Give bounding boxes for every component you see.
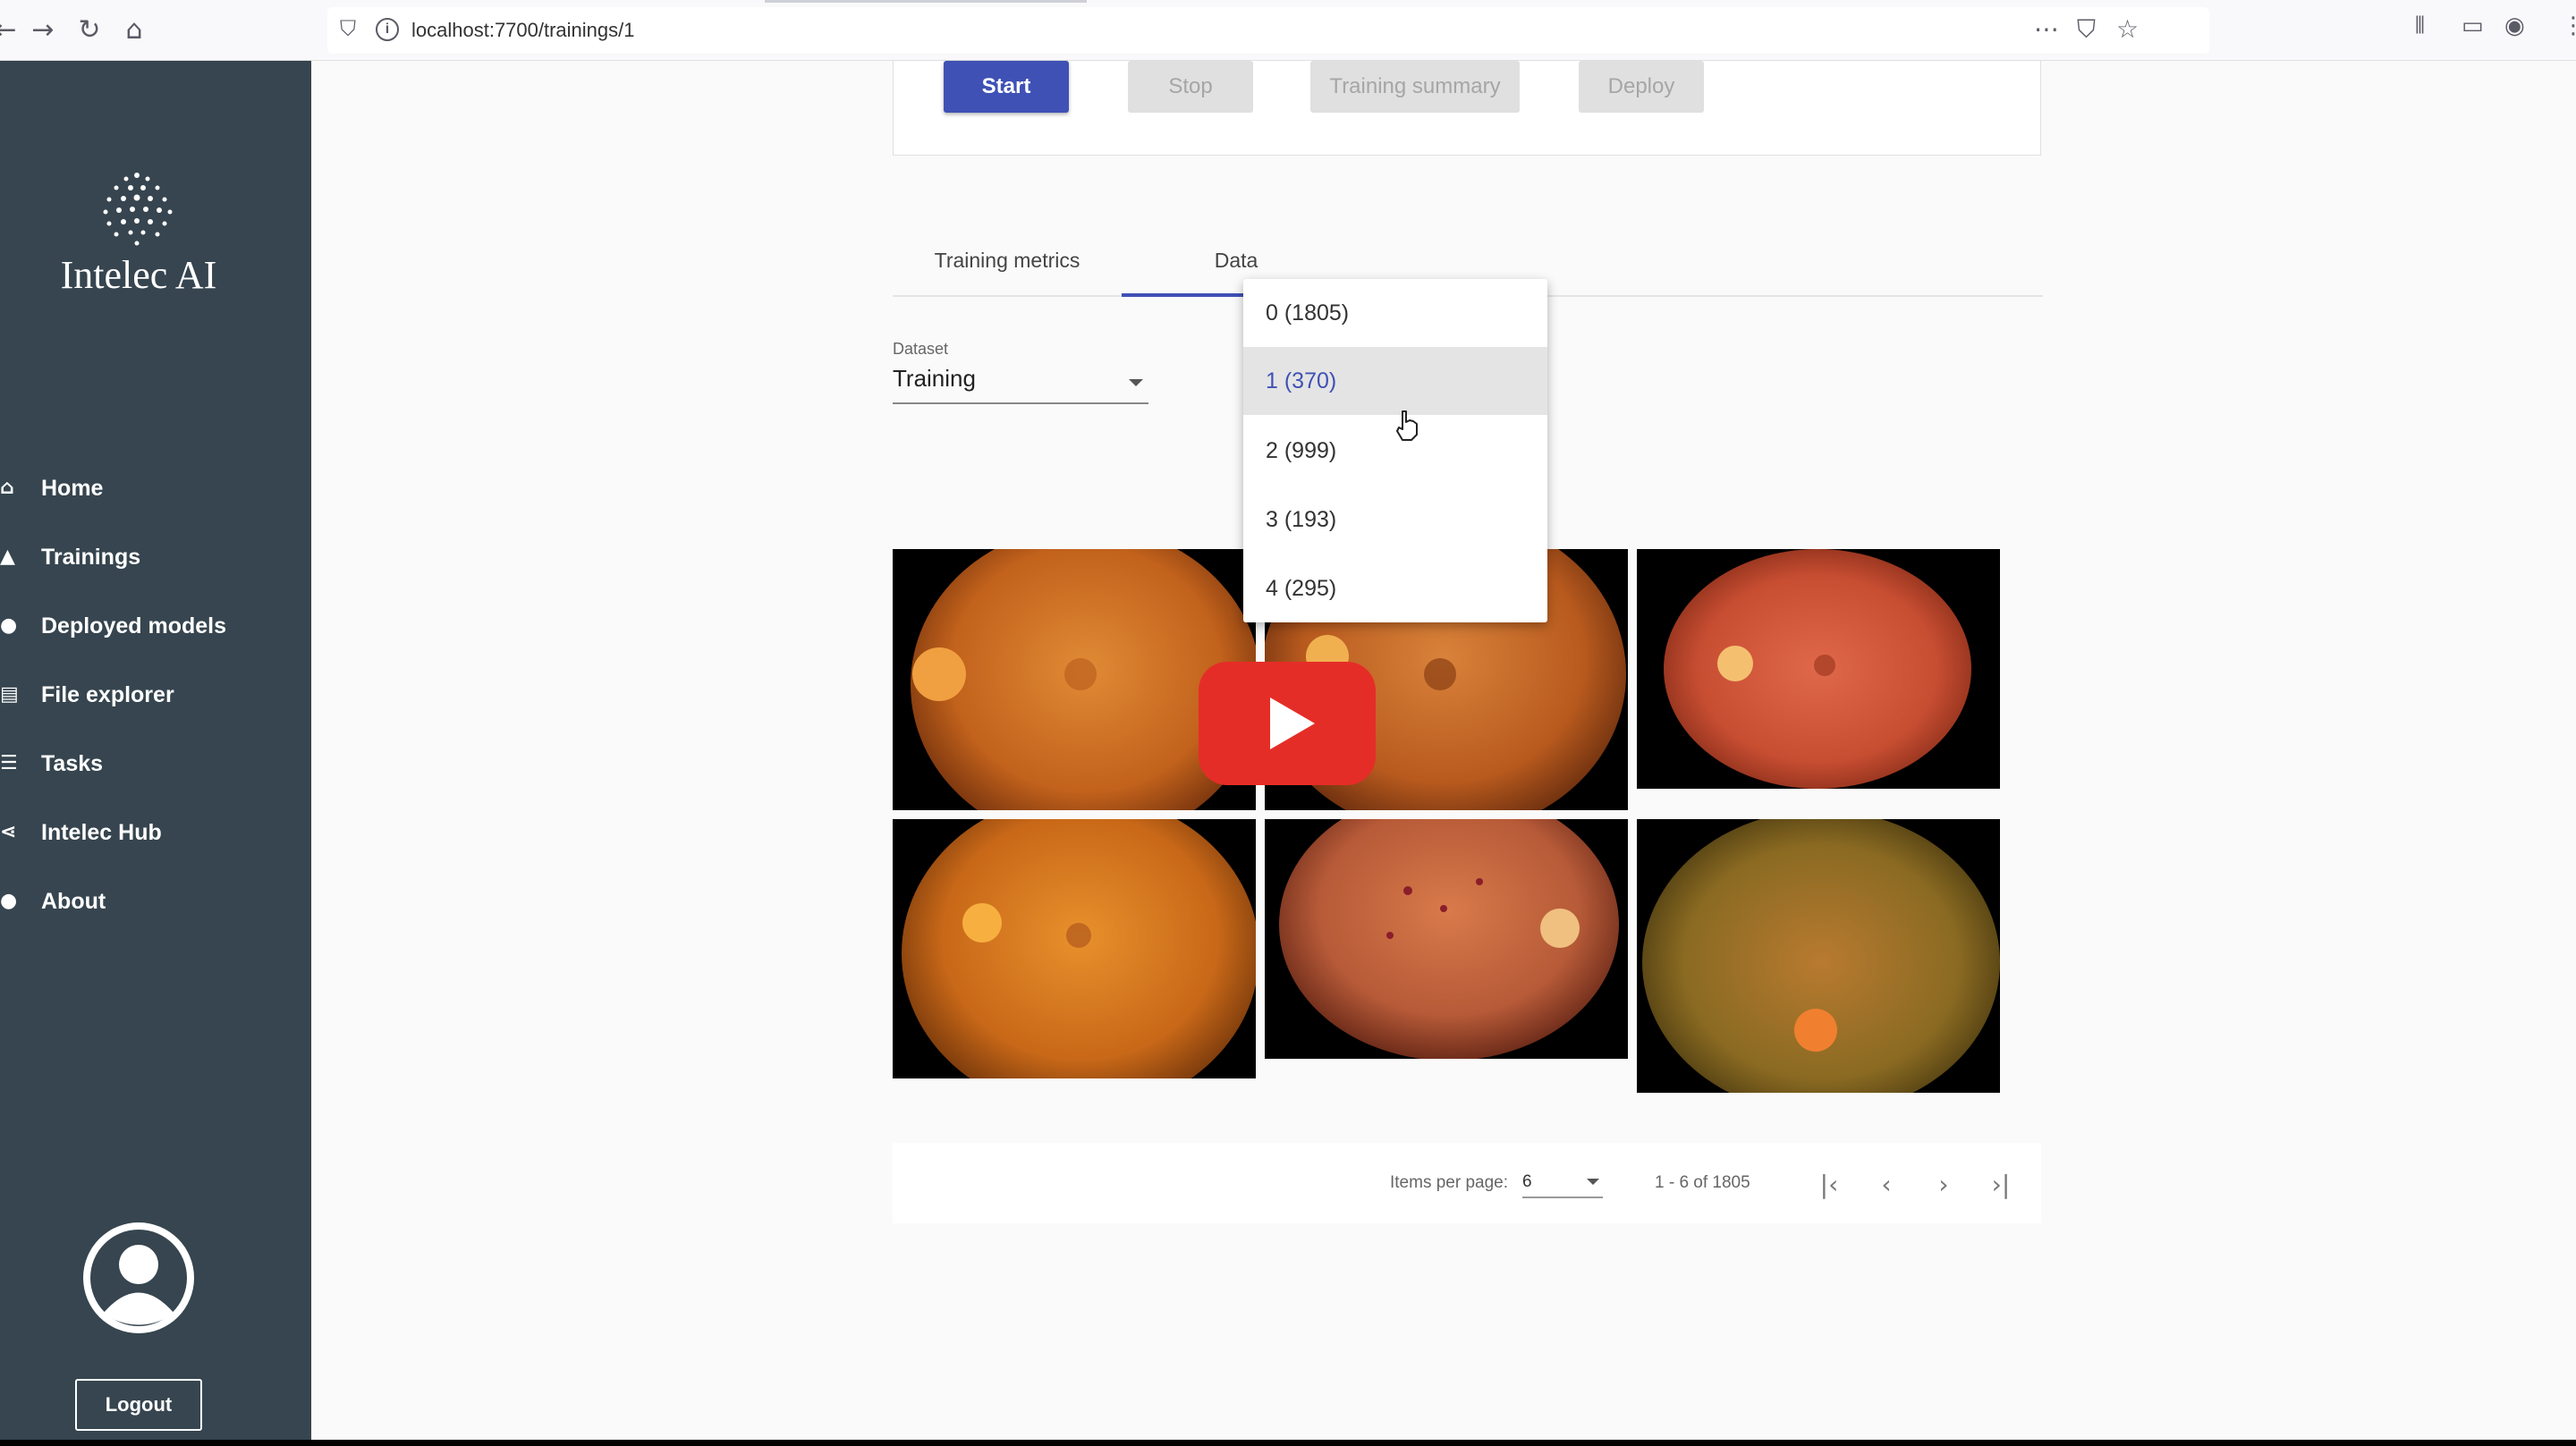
- library-icon[interactable]: ⫴: [2415, 13, 2425, 40]
- dataset-value: Training: [893, 365, 976, 392]
- fundus-image[interactable]: [1637, 819, 2000, 1093]
- play-triangle-icon: [1270, 698, 1315, 749]
- dropdown-arrow-icon: [1587, 1179, 1599, 1185]
- sidebar-item-label: Trainings: [41, 545, 141, 570]
- stop-button[interactable]: Stop: [1128, 61, 1253, 113]
- pocket-icon[interactable]: ⛉: [2077, 14, 2096, 45]
- shield-icon[interactable]: ⛉: [340, 16, 356, 41]
- sidebar-item-label: Intelec Hub: [41, 820, 162, 845]
- items-per-page-label: Items per page:: [1390, 1173, 1509, 1192]
- next-page-icon[interactable]: ›: [1921, 1163, 1966, 1207]
- home-icon: ⌂: [0, 477, 14, 499]
- dropdown-arrow-icon: [1129, 379, 1143, 386]
- fundus-image[interactable]: [893, 819, 1256, 1078]
- url-text[interactable]: localhost:7700/trainings/1: [411, 19, 635, 42]
- sidebar-item-label: Home: [41, 476, 104, 501]
- items-per-page-select[interactable]: 6: [1522, 1166, 1603, 1198]
- start-button[interactable]: Start: [944, 61, 1069, 113]
- list-icon: ☰: [0, 752, 18, 774]
- account-icon[interactable]: ◉: [2504, 13, 2525, 39]
- dropdown-option[interactable]: 3 (193): [1243, 486, 1547, 554]
- sidebar-item-label: Deployed models: [41, 613, 226, 638]
- sidebar-item-label: About: [41, 889, 106, 914]
- class-dropdown-menu: 0 (1805) 1 (370) 2 (999) 3 (193) 4 (295): [1243, 279, 1547, 622]
- sidebar-item-about[interactable]: ● About: [0, 875, 311, 928]
- more-icon[interactable]: ⋯: [2034, 14, 2059, 44]
- paginator: Items per page: 6 1 - 6 of 1805 |‹ ‹ › ›…: [893, 1143, 2041, 1223]
- video-bottom-edge: [0, 1440, 2576, 1446]
- info-icon[interactable]: i: [376, 18, 399, 41]
- dropdown-option[interactable]: 4 (295): [1243, 554, 1547, 622]
- menu-icon[interactable]: ⋮: [2562, 13, 2576, 39]
- previous-page-icon[interactable]: ‹: [1864, 1163, 1909, 1207]
- avatar[interactable]: [80, 1220, 197, 1336]
- dataset-select[interactable]: Training: [893, 365, 1148, 404]
- youtube-play-icon[interactable]: [1199, 662, 1376, 785]
- tab-training-metrics[interactable]: Training metrics: [893, 233, 1122, 297]
- training-summary-button[interactable]: Training summary: [1310, 61, 1520, 113]
- sidebar-toggle-icon[interactable]: ▭: [2462, 13, 2484, 39]
- screen: ← → ↻ ⌂ ⛉ i localhost:7700/trainings/1 ⋯…: [0, 0, 2576, 1446]
- last-page-icon[interactable]: ›|: [1979, 1163, 2023, 1207]
- sidebar-item-deployed-models[interactable]: ● Deployed models: [0, 599, 311, 653]
- sidebar-item-intelec-hub[interactable]: ⋖ Intelec Hub: [0, 806, 311, 859]
- folder-icon: ▤: [0, 683, 19, 706]
- fundus-image[interactable]: [1637, 549, 2000, 789]
- home-icon[interactable]: ⌂: [116, 13, 152, 48]
- dropdown-option-highlighted[interactable]: 1 (370): [1243, 347, 1547, 415]
- logout-button[interactable]: Logout: [75, 1379, 202, 1431]
- browser-toolbar: ← → ↻ ⌂ ⛉ i localhost:7700/trainings/1 ⋯…: [0, 0, 2576, 61]
- forward-icon[interactable]: →: [25, 13, 61, 48]
- items-per-page-value: 6: [1522, 1172, 1532, 1191]
- cloud-icon: ●: [0, 614, 18, 637]
- sidebar-item-label: Tasks: [41, 751, 104, 776]
- graduation-cap-icon: ▲: [0, 545, 15, 568]
- address-bar[interactable]: ⛉ i localhost:7700/trainings/1 ⋯ ⛉ ☆: [327, 7, 2209, 54]
- dropdown-option[interactable]: 0 (1805): [1243, 279, 1547, 347]
- sidebar-item-home[interactable]: ⌂ Home: [0, 461, 311, 515]
- sidebar-item-label: File explorer: [41, 682, 174, 707]
- active-tab-indicator: [765, 0, 1087, 3]
- deploy-button[interactable]: Deploy: [1579, 61, 1704, 113]
- reload-icon[interactable]: ↻: [72, 13, 107, 48]
- sidebar-item-tasks[interactable]: ☰ Tasks: [0, 737, 311, 791]
- first-page-icon[interactable]: |‹: [1807, 1163, 1852, 1207]
- training-actions-card: Start Stop Training summary Deploy: [893, 61, 2041, 156]
- brand-name: Intelec AI: [60, 253, 217, 297]
- star-icon[interactable]: ☆: [2116, 14, 2139, 44]
- fundus-image[interactable]: [1265, 819, 1628, 1059]
- hand-cursor-icon: [1396, 410, 1418, 441]
- intelec-logo-icon: [103, 173, 173, 246]
- page-range: 1 - 6 of 1805: [1655, 1173, 1750, 1192]
- sidebar-item-trainings[interactable]: ▲ Trainings: [0, 530, 311, 584]
- sidebar: Intelec AI ⌂ Home ▲ Trainings ● Deployed…: [0, 61, 311, 1446]
- info-icon: ●: [0, 890, 18, 912]
- share-icon: ⋖: [0, 821, 17, 843]
- dataset-label: Dataset: [893, 340, 949, 358]
- sidebar-item-file-explorer[interactable]: ▤ File explorer: [0, 668, 311, 722]
- back-icon[interactable]: ←: [0, 13, 23, 48]
